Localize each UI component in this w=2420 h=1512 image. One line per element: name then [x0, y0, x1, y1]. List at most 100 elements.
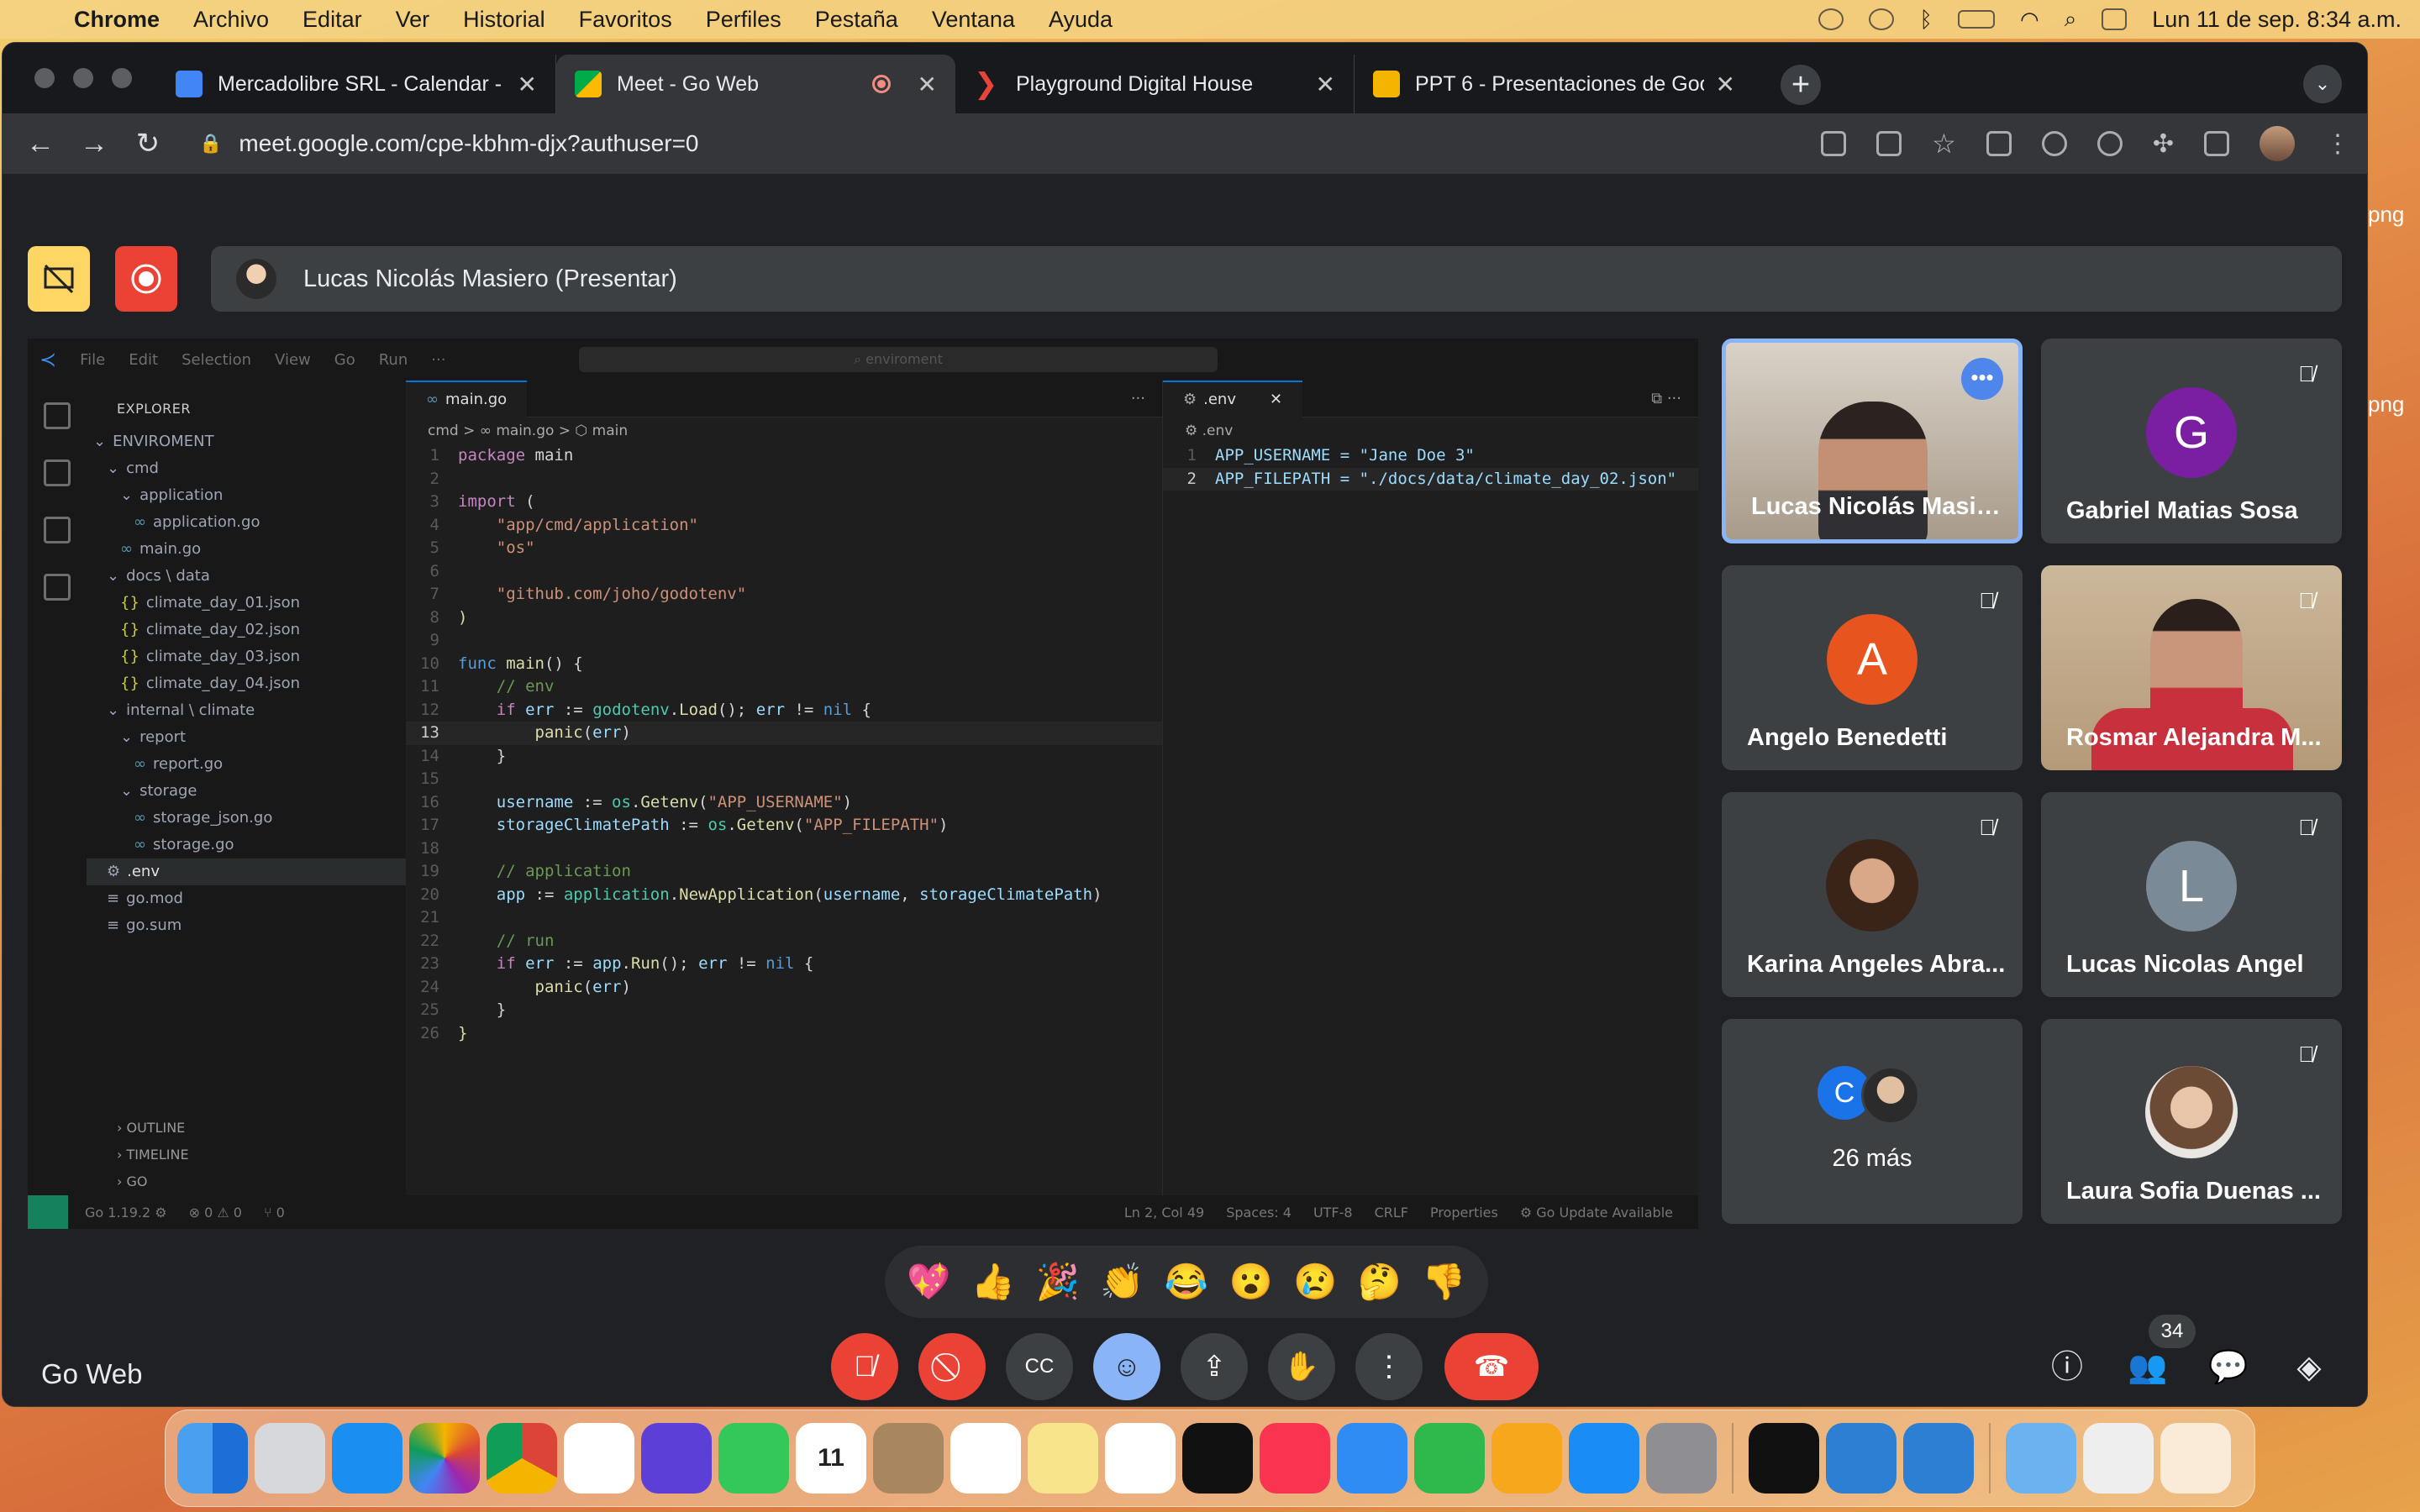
address-bar[interactable]: 🔒 meet.google.com /cpe-kbhm-djx?authuser…	[181, 121, 1804, 166]
messenger-icon[interactable]	[641, 1423, 712, 1494]
menu-historial[interactable]: Historial	[463, 7, 545, 33]
activities-button[interactable]: ◈	[2286, 1345, 2332, 1390]
file-tree-item[interactable]: ∞ main.go	[87, 536, 406, 563]
trash-icon[interactable]	[2160, 1423, 2231, 1494]
participant-tile[interactable]: 🎙̸ A Angelo Benedetti	[1722, 565, 2023, 770]
contacts-icon[interactable]	[873, 1423, 944, 1494]
reaction-heart[interactable]: 💖	[904, 1262, 953, 1303]
side-panel-icon[interactable]	[2204, 131, 2229, 156]
close-tab-icon[interactable]: ✕	[1270, 391, 1282, 408]
vscode-menu-go[interactable]: Go	[334, 351, 355, 369]
file-tree-item[interactable]: ∞ storage.go	[87, 832, 406, 858]
mic-toggle-button[interactable]: 🎙̸	[831, 1333, 898, 1400]
code-main-go[interactable]: 1 package main 2 3 import ( 4 "app/cmd/app…	[406, 444, 1162, 1045]
file-tree-item[interactable]: ⌄ report	[87, 724, 406, 751]
file-tree-item[interactable]: ∞ storage_json.go	[87, 805, 406, 832]
file-tree-item[interactable]: ≡ go.sum	[87, 912, 406, 939]
more-actions-icon[interactable]: ⧉ ···	[1651, 390, 1681, 407]
files-icon[interactable]	[44, 402, 71, 429]
file-tree-item[interactable]: ⚙ .env	[87, 858, 406, 885]
vscode-menu-view[interactable]: View	[275, 351, 311, 369]
reaction-sad[interactable]: 😢	[1291, 1262, 1339, 1303]
more-actions-icon[interactable]: ···	[1131, 390, 1145, 407]
keynote-icon[interactable]	[1337, 1423, 1407, 1494]
terminal-icon[interactable]	[1749, 1423, 1819, 1494]
vscode-command-search[interactable]: ⌕ enviroment	[579, 347, 1218, 372]
forward-icon[interactable]: →	[73, 128, 115, 160]
freeform-icon[interactable]	[1105, 1423, 1176, 1494]
status-go-update[interactable]: ⚙ Go Update Available	[1520, 1205, 1673, 1221]
vscode-menu-file[interactable]: File	[80, 351, 105, 369]
calendar-icon[interactable]: 11	[796, 1423, 866, 1494]
status-eol[interactable]: CRLF	[1375, 1205, 1408, 1221]
reaction-laugh[interactable]: 😂	[1162, 1262, 1211, 1303]
reminders-icon[interactable]	[950, 1423, 1021, 1494]
camera-in-use-icon[interactable]	[1821, 131, 1847, 156]
menu-pestana[interactable]: Pestaña	[815, 7, 898, 33]
vscode-icon[interactable]	[1826, 1423, 1897, 1494]
tab-meet[interactable]: Meet - Go Web ✕	[556, 55, 955, 113]
status-indentation[interactable]: Spaces: 4	[1226, 1205, 1292, 1221]
file-tree-item[interactable]: ∞ report.go	[87, 751, 406, 778]
menu-app-name[interactable]: Chrome	[74, 7, 160, 33]
safari-icon[interactable]	[332, 1423, 402, 1494]
meeting-info-button[interactable]: ⓘ	[2044, 1345, 2090, 1390]
status-ports[interactable]: ⑂ 0	[264, 1205, 285, 1221]
reaction-thinking[interactable]: 🤔	[1355, 1262, 1404, 1303]
reaction-party[interactable]: 🎉	[1034, 1262, 1082, 1303]
facetime-icon[interactable]	[718, 1423, 789, 1494]
profile-avatar[interactable]	[2260, 126, 2295, 161]
recording-button[interactable]	[115, 246, 177, 312]
status-language[interactable]: Properties	[1430, 1205, 1498, 1221]
vscode-menu-edit[interactable]: Edit	[129, 351, 158, 369]
slack-icon[interactable]	[564, 1423, 634, 1494]
launchpad-icon[interactable]	[255, 1423, 325, 1494]
bluetooth-icon[interactable]: ᛒ	[1919, 7, 1933, 33]
control-center-icon[interactable]	[2102, 8, 2128, 30]
finder-icon[interactable]	[177, 1423, 248, 1494]
bookmark-star-icon[interactable]: ☆	[1932, 128, 1956, 160]
back-icon[interactable]: ←	[19, 128, 61, 160]
status-go-version[interactable]: Go 1.19.2 ⚙	[85, 1205, 167, 1221]
run-debug-icon[interactable]	[44, 459, 71, 486]
tab-search-button[interactable]: ⌄	[2303, 65, 2342, 103]
file-tree-item[interactable]: ≡ go.mod	[87, 885, 406, 912]
chrome-menu-icon[interactable]: ⋮	[2325, 129, 2350, 159]
file-tree-item[interactable]: {} climate_day_01.json	[87, 590, 406, 617]
tab-main-go[interactable]: ∞ main.go	[406, 380, 528, 417]
participant-tile[interactable]: 🎙̸ L Lucas Nicolas Angel	[2041, 792, 2342, 997]
file-tree-item[interactable]: {} climate_day_03.json	[87, 643, 406, 670]
file-tree-item[interactable]: ⌄ ENVIROMENT	[87, 428, 406, 455]
people-button[interactable]: 👥	[2125, 1345, 2170, 1390]
outline-section[interactable]: › OUTLINE	[87, 1115, 406, 1142]
reload-icon[interactable]: ↻	[127, 127, 169, 160]
go-section[interactable]: › GO	[87, 1168, 406, 1195]
menu-perfiles[interactable]: Perfiles	[706, 7, 781, 33]
apple-tv-icon[interactable]	[1182, 1423, 1253, 1494]
participant-tile[interactable]: 🎙̸ Rosmar Alejandra M...	[2041, 565, 2342, 770]
testing-icon[interactable]	[44, 574, 71, 601]
app-store-icon[interactable]	[1569, 1423, 1639, 1494]
code-env[interactable]: 1 APP_USERNAME = "Jane Doe 3" 2 APP_FILEPA…	[1163, 444, 1698, 491]
file-tree-item[interactable]: ∞ application.go	[87, 509, 406, 536]
file-tree-item[interactable]: ⌄ internal \ climate	[87, 697, 406, 724]
close-tab-icon[interactable]: ✕	[518, 71, 537, 98]
menu-editar[interactable]: Editar	[302, 7, 362, 33]
vscode-menu-more[interactable]: ···	[431, 351, 445, 369]
zoom-window-button[interactable]	[112, 68, 132, 88]
menu-archivo[interactable]: Archivo	[193, 7, 269, 33]
timeline-section[interactable]: › TIMELINE	[87, 1142, 406, 1168]
file-tree-item[interactable]: ⌄ cmd	[87, 455, 406, 482]
breadcrumb[interactable]: cmd > ∞ main.go > ⬡ main	[406, 417, 1162, 444]
menu-favoritos[interactable]: Favoritos	[579, 7, 672, 33]
present-button[interactable]: ⇪	[1181, 1333, 1248, 1400]
close-tab-icon[interactable]: ✕	[1316, 71, 1335, 98]
chat-button[interactable]: 💬	[2206, 1345, 2251, 1390]
leave-call-button[interactable]: ☎	[1444, 1333, 1539, 1400]
raise-hand-button[interactable]: ✋	[1268, 1333, 1335, 1400]
more-options-button[interactable]: ⋮	[1355, 1333, 1423, 1400]
pages-icon[interactable]	[1491, 1423, 1562, 1494]
participant-tile[interactable]: ••• Lucas Nicolás Masie...	[1722, 339, 2023, 543]
vscode-insiders-icon[interactable]	[1903, 1423, 1974, 1494]
extension-icon[interactable]	[2041, 131, 2067, 156]
